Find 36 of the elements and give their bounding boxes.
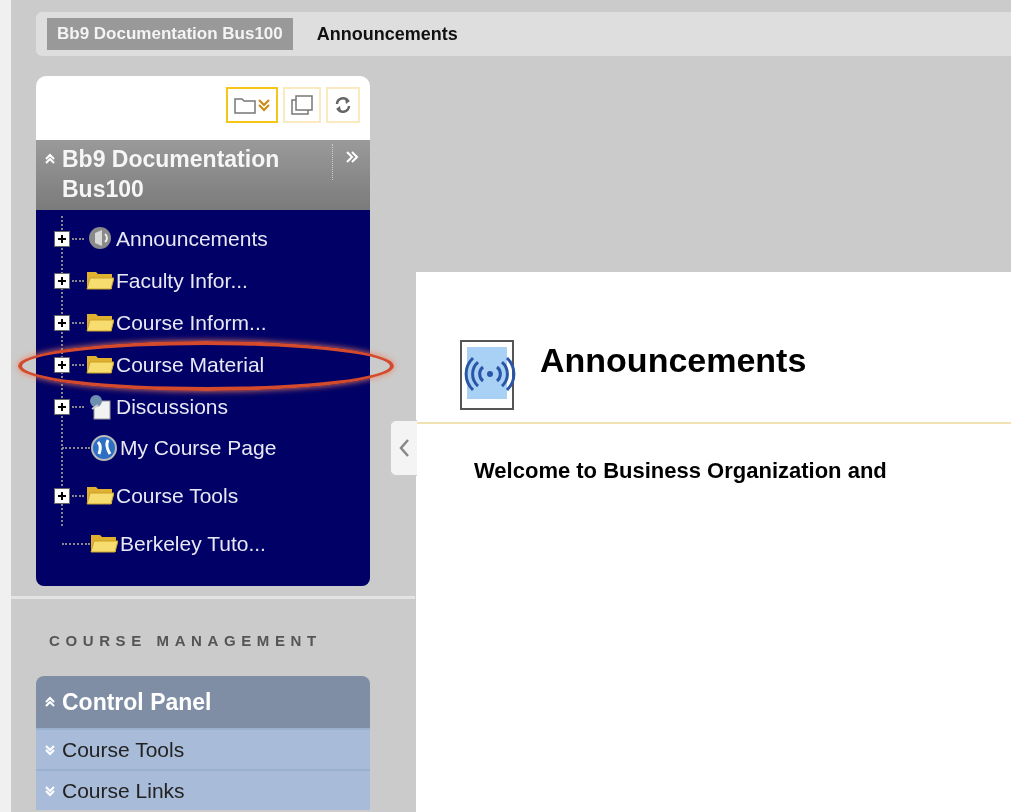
course-menu-title: Bb9 Documentation Bus100	[62, 145, 281, 204]
windows-icon	[290, 94, 314, 116]
collapse-icon[interactable]	[44, 696, 56, 708]
tree-item[interactable]: Berkeley Tuto...	[120, 531, 266, 557]
expand-icon[interactable]	[54, 315, 70, 331]
control-panel-title: Control Panel	[62, 687, 212, 717]
tree-item[interactable]: Discussions	[116, 391, 229, 423]
globe-icon	[90, 434, 118, 462]
control-panel-item[interactable]: Course Tools	[36, 728, 370, 769]
page-title: Announcements	[540, 339, 807, 381]
tree-item[interactable]: Faculty Infor...	[116, 265, 248, 297]
tree-item[interactable]: Announcements	[116, 223, 268, 255]
body-text: Welcome to Business Organization and	[473, 457, 888, 485]
section-heading: COURSE MANAGEMENT	[49, 631, 322, 651]
window-button[interactable]	[283, 87, 321, 123]
control-panel-item[interactable]: Course Links	[36, 769, 370, 810]
expand-menu-icon[interactable]	[344, 150, 359, 164]
refresh-icon	[333, 94, 353, 116]
tree-item[interactable]: Course Material	[116, 349, 265, 381]
double-chevron-icon	[257, 98, 271, 112]
expand-icon[interactable]	[54, 357, 70, 373]
folder-icon	[233, 95, 257, 115]
folder-menu-button[interactable]	[226, 87, 278, 123]
tree-item[interactable]: Course Inform...	[116, 307, 267, 339]
collapse-icon[interactable]	[44, 153, 56, 165]
announcement-icon	[460, 340, 516, 410]
collapse-sidebar-button[interactable]	[390, 420, 417, 476]
expand-icon[interactable]	[54, 399, 70, 415]
expand-icon[interactable]	[54, 231, 70, 247]
breadcrumb-link[interactable]: Announcements	[302, 17, 472, 51]
chevron-left-icon	[398, 438, 410, 458]
tree-item[interactable]: My Course Page	[120, 435, 277, 461]
expand-icon[interactable]	[54, 488, 70, 504]
refresh-button[interactable]	[326, 87, 360, 123]
expand-icon[interactable]	[54, 273, 70, 289]
tree-item[interactable]: Course Tools	[116, 483, 239, 509]
